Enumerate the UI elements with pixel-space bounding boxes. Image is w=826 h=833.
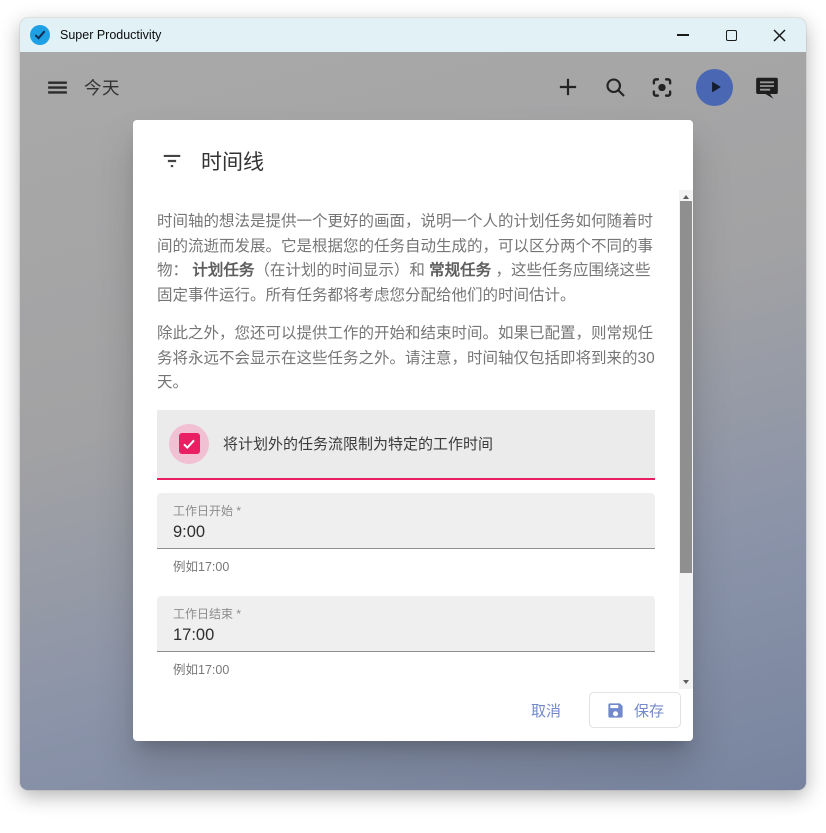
regular-tasks-term: 常规任务 (429, 262, 491, 279)
minimize-icon (677, 34, 689, 36)
titlebar: Super Productivity (20, 18, 806, 52)
triangle-up-icon (683, 195, 689, 199)
dialog-scrollbar[interactable] (679, 190, 693, 689)
work-hours-checkbox-label: 将计划外的任务流限制为特定的工作时间 (223, 433, 493, 454)
dialog-header: 时间线 (133, 120, 693, 190)
workday-start-label: 工作日开始 * (173, 502, 639, 519)
minimize-button[interactable] (676, 28, 690, 42)
main-toolbar: 今天 (20, 64, 806, 110)
close-icon (773, 29, 786, 42)
play-button[interactable] (696, 69, 733, 106)
notes-button[interactable] (754, 74, 780, 100)
app-window: Super Productivity 今天 (20, 18, 806, 790)
workday-end-label: 工作日结束 * (173, 605, 639, 622)
plus-icon (555, 74, 581, 100)
scrollbar-down-arrow[interactable] (679, 675, 693, 689)
search-icon (603, 75, 628, 100)
work-hours-checkbox[interactable] (179, 433, 200, 454)
comment-icon (754, 74, 780, 101)
hamburger-icon (45, 75, 70, 100)
cancel-button[interactable]: 取消 (513, 692, 579, 729)
dialog-scroll-area: 时间轴的想法是提供一个更好的画面，说明一个人的计划任务如何随着时间的流逝而发展。… (133, 190, 693, 689)
maximize-button[interactable] (724, 28, 738, 42)
app-logo-icon (30, 25, 50, 45)
save-button[interactable]: 保存 (589, 692, 681, 728)
workday-end-field[interactable]: 工作日结束 * 17:00 (157, 596, 655, 652)
work-hours-checkbox-row[interactable]: 将计划外的任务流限制为特定的工作时间 (157, 410, 655, 480)
scrollbar-thumb[interactable] (680, 201, 692, 573)
toolbar-actions (555, 69, 780, 106)
maximize-icon (726, 30, 737, 41)
workday-start-field[interactable]: 工作日开始 * 9:00 (157, 493, 655, 549)
dialog-title: 时间线 (201, 146, 264, 176)
workday-end-hint: 例如17:00 (157, 652, 655, 678)
workday-end-value[interactable]: 17:00 (173, 626, 639, 645)
triangle-down-icon (683, 680, 689, 684)
checkbox-checked-icon (181, 436, 197, 452)
save-button-label: 保存 (634, 700, 664, 721)
workday-start-hint: 例如17:00 (157, 549, 655, 575)
focus-mode-button[interactable] (649, 74, 675, 100)
focus-mode-icon (649, 74, 675, 101)
close-button[interactable] (772, 28, 786, 42)
filter-list-icon (161, 150, 183, 172)
play-icon (705, 77, 725, 97)
checkbox-ripple (169, 424, 209, 464)
timeline-dialog: 时间线 时间轴的想法是提供一个更好的画面，说明一个人的计划任务如何随着时间的流逝… (133, 120, 693, 741)
planned-tasks-term: 计划任务 (192, 262, 254, 279)
save-icon (606, 701, 625, 720)
add-task-button[interactable] (555, 74, 581, 100)
hamburger-menu-button[interactable] (44, 74, 70, 100)
window-controls (676, 28, 796, 42)
window-title: Super Productivity (60, 28, 161, 42)
dialog-footer: 取消 保存 (133, 689, 693, 741)
dialog-paragraph-2: 除此之外，您还可以提供工作的开始和结束时间。如果已配置，则常规任务将永远不会显示… (157, 322, 655, 396)
page-title: 今天 (84, 75, 120, 100)
dialog-paragraph-1: 时间轴的想法是提供一个更好的画面，说明一个人的计划任务如何随着时间的流逝而发展。… (157, 210, 655, 308)
search-button[interactable] (602, 74, 628, 100)
workday-start-value[interactable]: 9:00 (173, 523, 639, 542)
